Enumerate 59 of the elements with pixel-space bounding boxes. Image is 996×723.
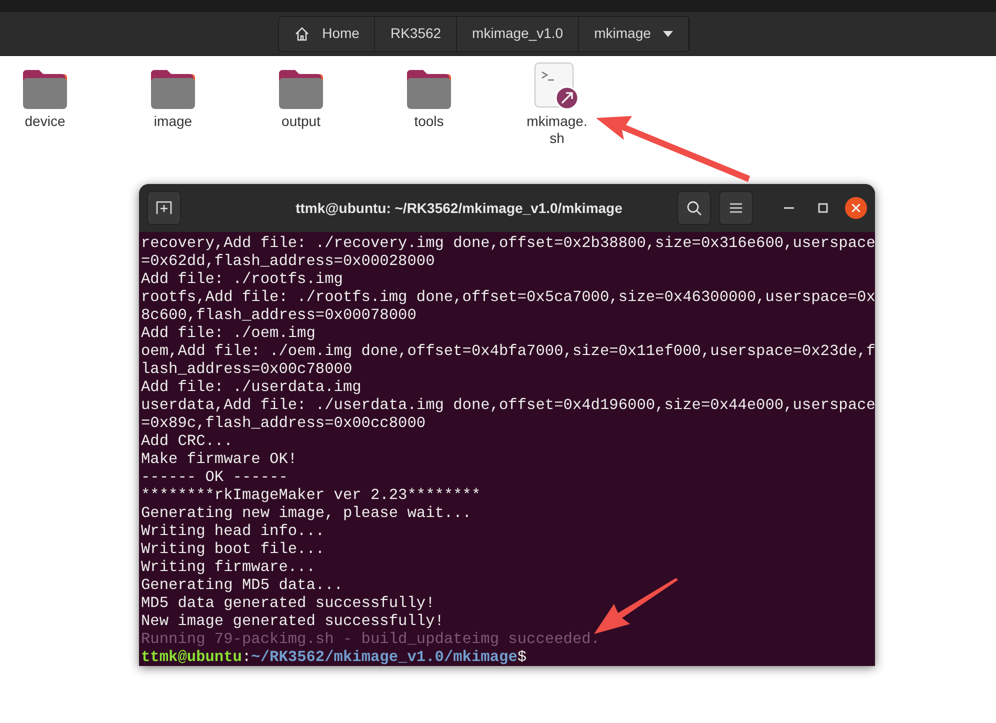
file-item[interactable]: mkimage.sh: [512, 62, 602, 147]
output-line: lash_address=0x00c78000: [141, 360, 354, 378]
folder-icon: [149, 68, 197, 110]
output-line: Add file: ./rootfs.img: [141, 270, 344, 288]
file-item[interactable]: device: [0, 62, 90, 147]
file-name: tools: [413, 113, 445, 130]
output-line: =0x89c,flash_address=0x00cc8000: [141, 414, 427, 432]
output-line: Writing firmware...: [141, 558, 316, 576]
output-line: =0x62dd,flash_address=0x00028000: [141, 252, 436, 270]
output-line: Make firmware OK!: [141, 450, 298, 468]
prompt-separator: :: [242, 648, 252, 666]
menu-button[interactable]: [719, 191, 753, 225]
close-button[interactable]: [845, 197, 867, 219]
prompt-user: ttmk@ubuntu: [141, 648, 242, 666]
script-file-icon: [534, 62, 580, 110]
breadcrumb-button[interactable]: RK3562: [375, 16, 458, 50]
breadcrumb-button[interactable]: Home: [279, 16, 376, 50]
close-icon: [852, 204, 860, 212]
home-icon: [294, 26, 310, 42]
dimmed-output-line: Running 79-packimg.sh - build_updateimg succeeded.: [141, 630, 601, 648]
folder-icon: [277, 68, 325, 110]
output-line: ********rkImageMaker ver 2.23********: [141, 486, 482, 504]
window-title: ttmk@ubuntu: ~/RK3562/mkimage_v1.0/mkimage: [296, 198, 622, 218]
output-line: oem,Add file: ./oem.img done,offset=0x4bfa7000,size=0x11ef000,userspace=0x23de,f: [141, 342, 875, 360]
output-line: Generating new image, please wait...: [141, 504, 472, 522]
folder-icon: [21, 68, 69, 110]
minimize-icon: [784, 207, 794, 209]
output-line: Add CRC...: [141, 432, 234, 450]
output-line: New image generated successfully!: [141, 612, 445, 630]
output-line: rootfs,Add file: ./rootfs.img done,offset=0x5ca7000,size=0x46300000,userspace=0x: [141, 288, 875, 306]
file-name: mkimage.sh: [526, 113, 588, 147]
file-item[interactable]: output: [256, 62, 346, 147]
search-icon: [686, 200, 702, 216]
file-name: output: [280, 113, 322, 130]
caret-icon: [662, 30, 673, 36]
prompt-path: ~/RK3562/mkimage_v1.0/mkimage: [251, 648, 518, 666]
breadcrumb-button[interactable]: mkimage: [579, 16, 689, 50]
file-item[interactable]: tools: [384, 62, 474, 147]
search-button[interactable]: [677, 191, 711, 225]
output-line: Add file: ./oem.img: [141, 324, 316, 342]
folder-icon: [405, 68, 453, 110]
file-name: image: [152, 113, 194, 130]
output-line: Add file: ./userdata.img: [141, 378, 362, 396]
output-line: userdata,Add file: ./userdata.img done,offset=0x4d196000,size=0x44e000,userspace: [141, 396, 875, 414]
prompt-symbol: $: [517, 648, 527, 666]
menu-icon: [730, 203, 742, 213]
output-line: MD5 data generated successfully!: [141, 594, 436, 612]
output-line: recovery,Add file: ./recovery.img done,offset=0x2b38800,size=0x316e600,userspace: [141, 234, 875, 252]
output-line: ------ OK ------: [141, 468, 289, 486]
file-name: device: [24, 113, 66, 130]
maximize-icon: [818, 203, 828, 213]
file-item[interactable]: image: [128, 62, 218, 147]
new-tab-button[interactable]: [147, 191, 181, 225]
output-line: Writing boot file...: [141, 540, 326, 558]
output-line: Writing head info...: [141, 522, 326, 540]
breadcrumb-button[interactable]: mkimage_v1.0: [457, 16, 580, 50]
new-tab-icon: [156, 201, 172, 215]
output-line: Generating MD5 data...: [141, 576, 344, 594]
output-line: 8c600,flash_address=0x00078000: [141, 306, 418, 324]
